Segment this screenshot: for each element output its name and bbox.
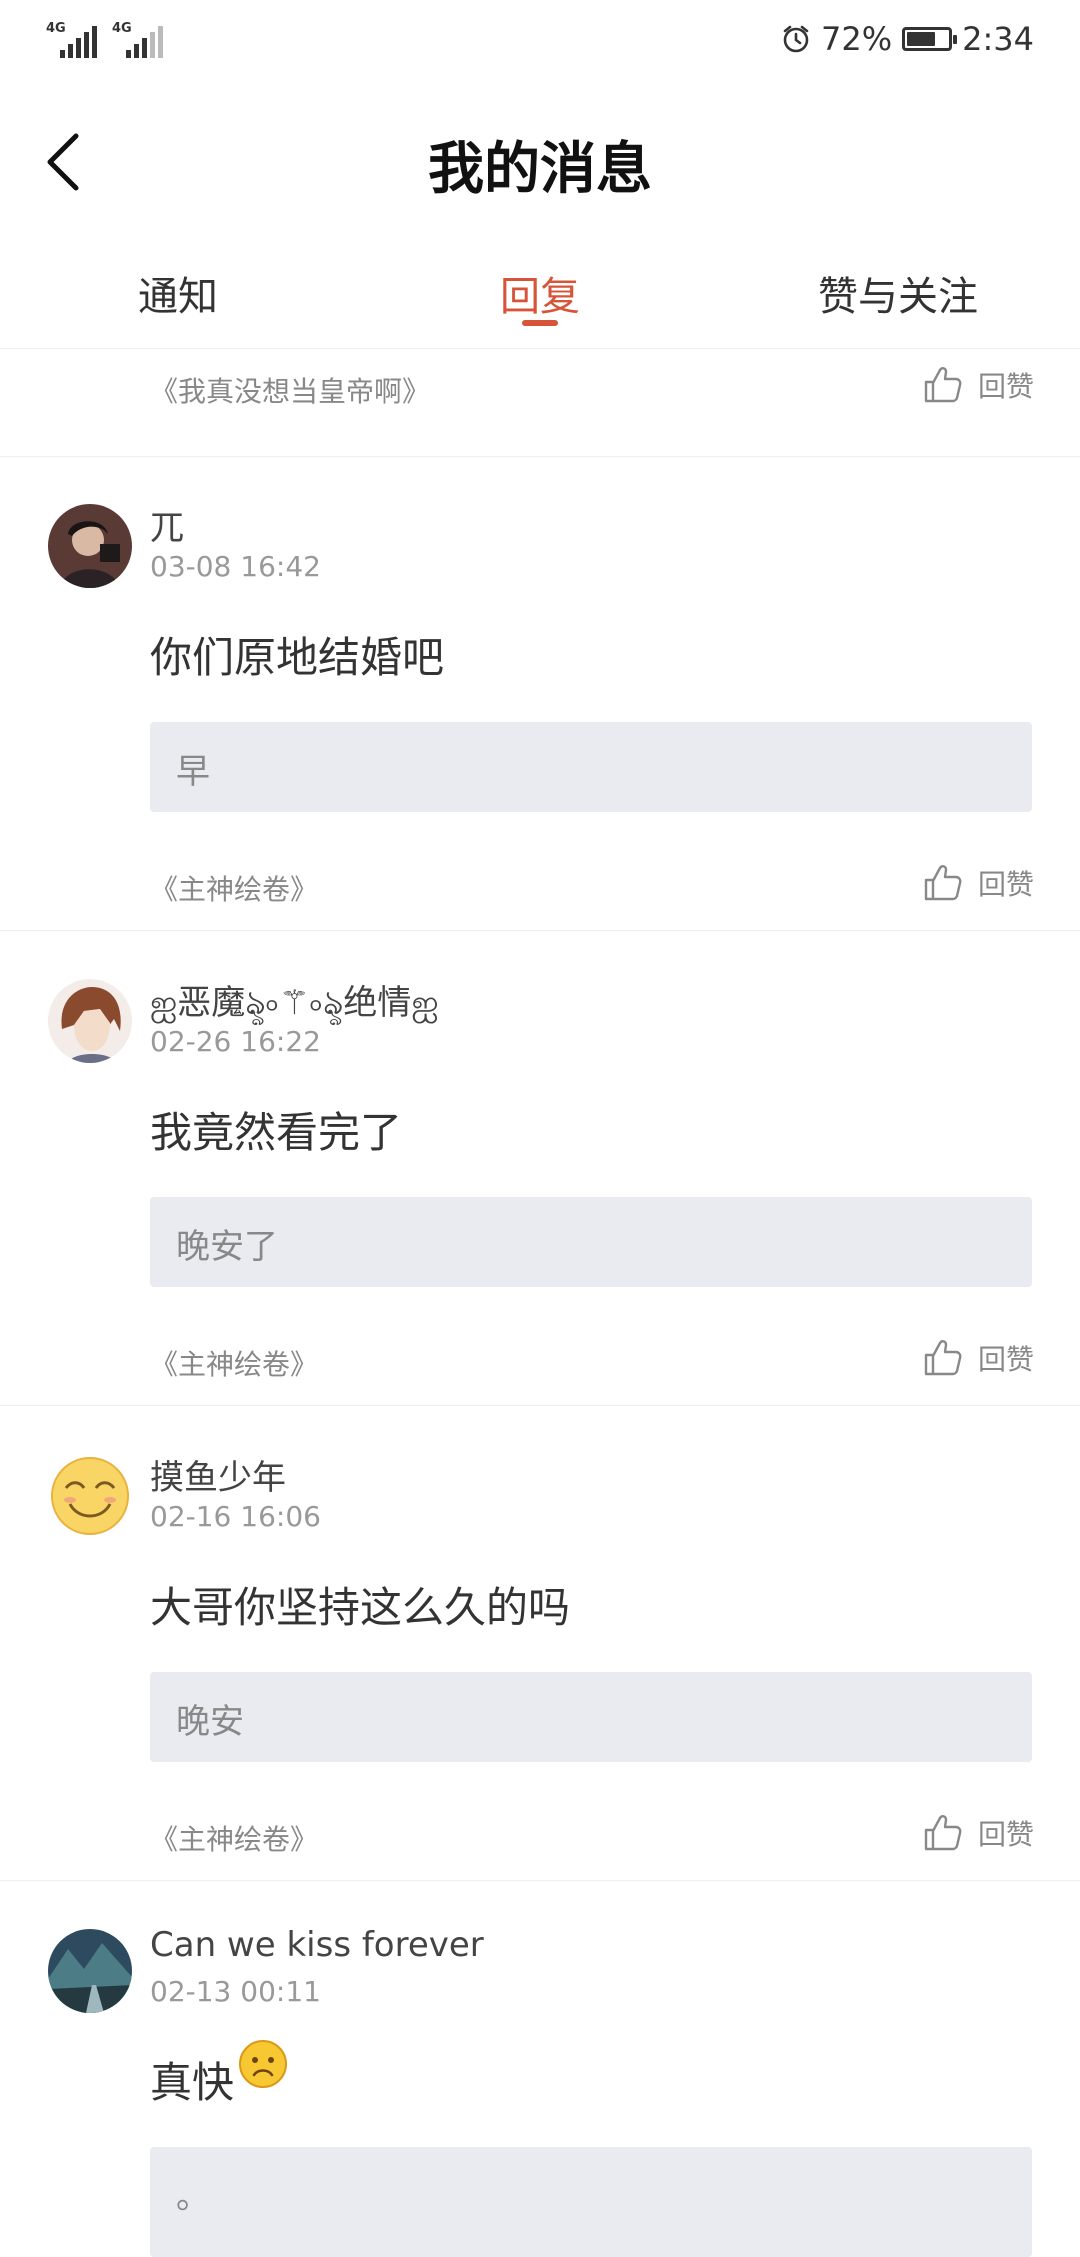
timestamp: 02-16 16:06	[150, 1500, 321, 1533]
status-bar: 4G 4G 72% 2:34	[0, 0, 1080, 84]
list-item: 《我真没想当皇帝啊》 回赞	[0, 348, 1080, 457]
battery-percent: 72%	[821, 20, 893, 58]
app-header: 我的消息	[0, 84, 1080, 234]
username[interactable]: 摸鱼少年	[150, 1450, 286, 1499]
thumbs-up-icon	[924, 1815, 962, 1851]
clock: 2:34	[962, 20, 1034, 58]
timestamp: 02-13 00:11	[150, 1975, 321, 2008]
signal-icon: 4G	[112, 22, 164, 58]
reply-text: 真快	[150, 2058, 235, 2107]
quoted-comment[interactable]: 早	[150, 722, 1032, 812]
signal-icon: 4G	[46, 22, 98, 58]
book-title-link[interactable]: 《我真没想当皇帝啊》	[150, 370, 430, 410]
like-back-button[interactable]: 回赞	[922, 1812, 1034, 1854]
book-title-link[interactable]: 《主神绘卷》	[150, 1818, 318, 1858]
message-card: 摸鱼少年 02-16 16:06 大哥你坚持这么久的吗 晚安 《主神绘卷》 回赞	[0, 1406, 1080, 1881]
sad-face-emoji	[239, 2040, 288, 2088]
tab-bar: 通知 回复 赞与关注	[0, 234, 1080, 349]
thumbs-up-icon	[924, 1340, 962, 1376]
message-card: 兀 03-08 16:42 你们原地结婚吧 早 《主神绘卷》 回赞	[0, 456, 1080, 931]
reply-content[interactable]: 大哥你坚持这么久的吗	[150, 1574, 570, 1635]
alarm-icon	[783, 25, 809, 53]
book-title-link[interactable]: 《主神绘卷》	[150, 868, 318, 908]
avatar[interactable]	[48, 1454, 132, 1538]
book-title-link[interactable]: 《主神绘卷》	[150, 1343, 318, 1383]
like-back-label: 回赞	[977, 1818, 1034, 1851]
like-back-label: 回赞	[977, 1343, 1034, 1376]
timestamp: 03-08 16:42	[150, 550, 321, 583]
like-back-button[interactable]: 回赞	[922, 1337, 1034, 1379]
like-back-label: 回赞	[977, 370, 1034, 403]
active-tab-indicator	[522, 320, 558, 326]
avatar[interactable]	[48, 979, 132, 1063]
message-card: Can we kiss forever 02-13 00:11 真快 。	[0, 1881, 1080, 2257]
like-back-button[interactable]: 回赞	[922, 862, 1034, 904]
quoted-text: 。	[176, 2177, 210, 2217]
quoted-comment[interactable]: 晚安	[150, 1672, 1032, 1762]
like-back-button[interactable]: 回赞	[922, 364, 1034, 406]
tab-likes-follows[interactable]: 赞与关注	[818, 264, 978, 322]
avatar[interactable]	[48, 1929, 132, 2013]
battery-icon	[902, 27, 958, 51]
reply-content[interactable]: 真快	[150, 2040, 288, 2110]
thumbs-up-icon	[924, 865, 962, 901]
quoted-comment[interactable]: 。	[150, 2147, 1032, 2257]
timestamp: 02-26 16:22	[150, 1025, 321, 1058]
quoted-text: 早	[176, 752, 210, 792]
quoted-text: 晚安了	[176, 1227, 278, 1267]
quoted-comment[interactable]: 晚安了	[150, 1197, 1032, 1287]
like-back-label: 回赞	[977, 868, 1034, 901]
avatar[interactable]	[48, 504, 132, 588]
reply-content[interactable]: 我竟然看完了	[150, 1099, 402, 1160]
tab-notifications[interactable]: 通知	[138, 264, 218, 322]
reply-content[interactable]: 你们原地结婚吧	[150, 624, 444, 685]
page-title: 我的消息	[428, 136, 652, 202]
tab-replies[interactable]: 回复	[500, 264, 580, 322]
thumbs-up-icon	[924, 367, 962, 403]
username[interactable]: Can we kiss forever	[150, 1925, 484, 1965]
message-card: ஐ恶魔ৡ৹⚚৹ৡ绝情ஐ 02-26 16:22 我竟然看完了 晚安了 《主神绘卷…	[0, 931, 1080, 1406]
quoted-text: 晚安	[176, 1702, 244, 1742]
username[interactable]: 兀	[150, 500, 184, 549]
